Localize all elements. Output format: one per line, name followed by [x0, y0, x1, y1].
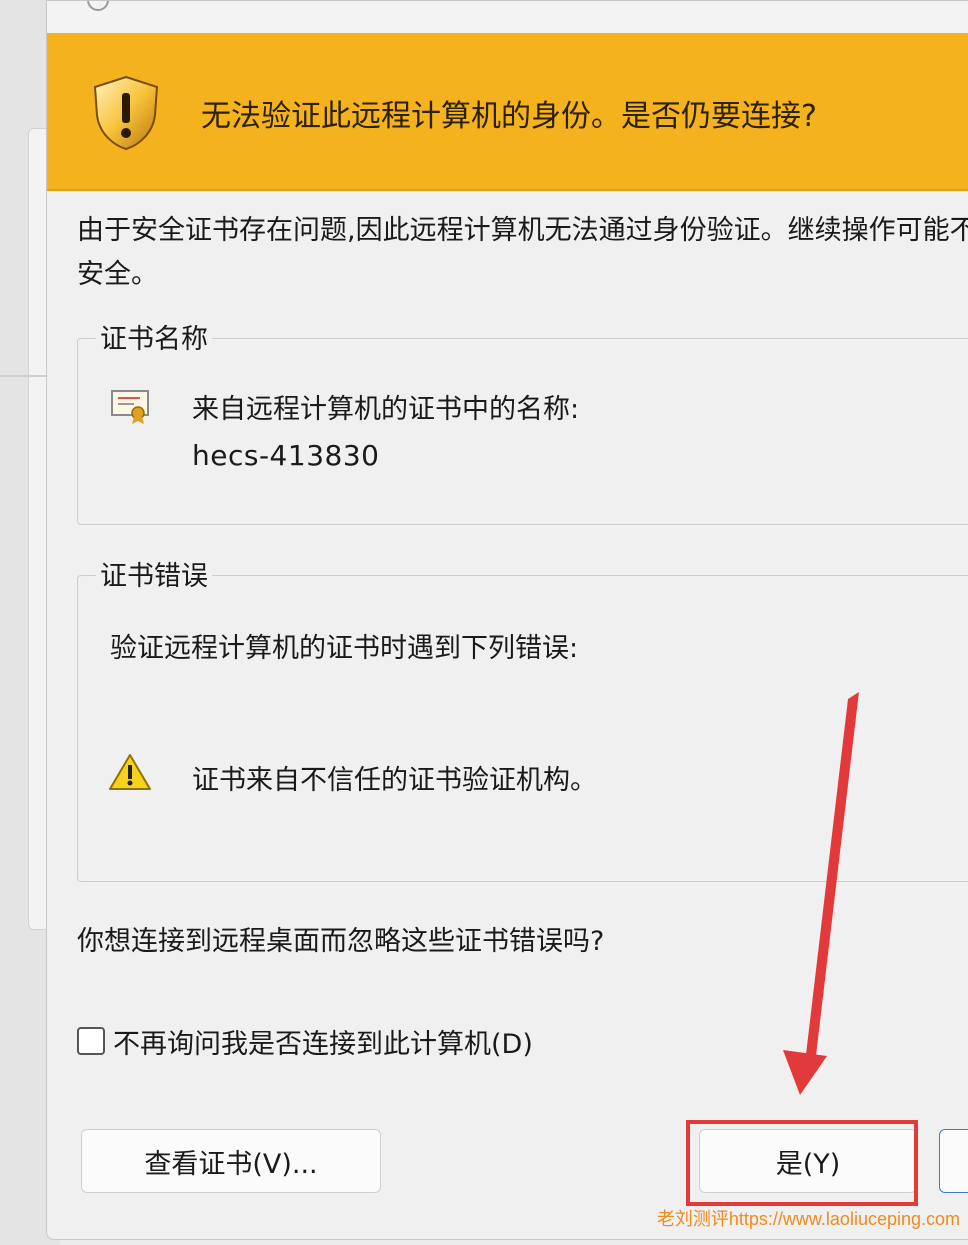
- certificate-name-group: 证书名称 来自远程计算机的证书中的名称: hecs-413830: [77, 317, 968, 525]
- certificate-icon: [111, 390, 149, 424]
- rdp-certificate-dialog: 无法验证此远程计算机的身份。是否仍要连接? 由于安全证书存在问题,因此远程计算机…: [46, 0, 968, 1240]
- yes-button[interactable]: 是(Y): [699, 1129, 917, 1193]
- dialog-description: 由于安全证书存在问题,因此远程计算机无法通过身份验证。继续操作可能不安全。: [77, 215, 968, 290]
- dont-ask-again-label[interactable]: 不再询问我是否连接到此计算机(D): [113, 1022, 533, 1061]
- no-button[interactable]: [939, 1129, 968, 1193]
- banner-title: 无法验证此远程计算机的身份。是否仍要连接?: [201, 99, 817, 134]
- certificate-name-value: hecs-413830: [192, 439, 380, 472]
- ignore-errors-question: 你想连接到远程桌面而忽略这些证书错误吗?: [77, 926, 605, 957]
- certificate-name-legend: 证书名称: [96, 317, 212, 356]
- background-divider: [0, 375, 48, 377]
- warning-banner: 无法验证此远程计算机的身份。是否仍要连接?: [47, 33, 968, 191]
- title-app-icon: [87, 1, 109, 11]
- certificate-error-intro: 验证远程计算机的证书时遇到下列错误:: [110, 633, 579, 664]
- dont-ask-again-option[interactable]: 不再询问我是否连接到此计算机(D): [77, 1022, 533, 1061]
- shield-warning-icon: [93, 75, 159, 151]
- dialog-titlebar: [47, 1, 968, 33]
- view-certificate-button[interactable]: 查看证书(V)...: [81, 1129, 381, 1193]
- certificate-error-group: 证书错误 验证远程计算机的证书时遇到下列错误: 证书来自不信任的证书验证机构。: [77, 554, 968, 882]
- warning-icon: [109, 754, 151, 790]
- certificate-error-text: 证书来自不信任的证书验证机构。: [192, 765, 597, 796]
- certificate-name-label: 来自远程计算机的证书中的名称:: [192, 394, 580, 425]
- certificate-error-legend: 证书错误: [96, 554, 212, 593]
- site-watermark: 老刘测评https://www.laoliuceping.com: [656, 1209, 960, 1229]
- dont-ask-again-checkbox[interactable]: [77, 1027, 105, 1055]
